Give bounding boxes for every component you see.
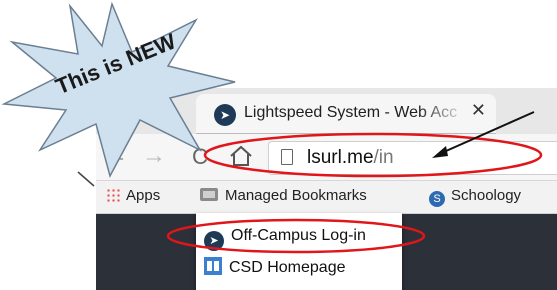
address-bar[interactable]: lsurl.me/in: [268, 141, 557, 175]
calendar-page-icon: [204, 257, 222, 275]
menu-item-off-campus-label: Off-Campus Log-in: [231, 227, 366, 244]
menu-item-csd-label: CSD Homepage: [229, 259, 346, 276]
bookmark-apps-label: Apps: [126, 187, 161, 204]
menu-item-csd-homepage[interactable]: CSD Homepage: [204, 257, 346, 283]
tab-close-icon[interactable]: ✕: [471, 100, 486, 121]
starburst-callout: [1, 1, 236, 179]
bookmark-apps[interactable]: Apps: [106, 187, 160, 204]
folder-icon: [200, 188, 218, 201]
bookmark-managed-label: Managed Bookmarks: [225, 187, 367, 204]
schoology-icon: S: [429, 191, 445, 207]
url-host: lsurl.me: [307, 147, 374, 168]
bookmark-managed-bookmarks[interactable]: Managed Bookmarks: [200, 187, 367, 204]
menu-item-off-campus-login[interactable]: ➤ Off-Campus Log-in: [204, 227, 366, 253]
bookmark-schoology-label: Schoology: [451, 187, 522, 204]
browser-tab[interactable]: ➤ Lightspeed System - Web Acc ✕: [196, 94, 496, 134]
bookmarks-bar: Apps Managed Bookmarks S Schoology: [96, 181, 557, 214]
url-path: /in: [373, 147, 394, 168]
bookmark-schoology[interactable]: S Schoology: [429, 187, 521, 207]
address-bar-url: lsurl.me/in: [307, 147, 394, 169]
apps-grid-icon: [106, 188, 120, 202]
navigation-arrow-icon: ➤: [204, 231, 224, 251]
tab-title-fade: [418, 100, 468, 128]
starburst-shape: [1, 1, 236, 179]
page-icon: [281, 149, 293, 165]
managed-bookmarks-menu: ➤ Off-Campus Log-in CSD Homepage: [196, 213, 402, 290]
